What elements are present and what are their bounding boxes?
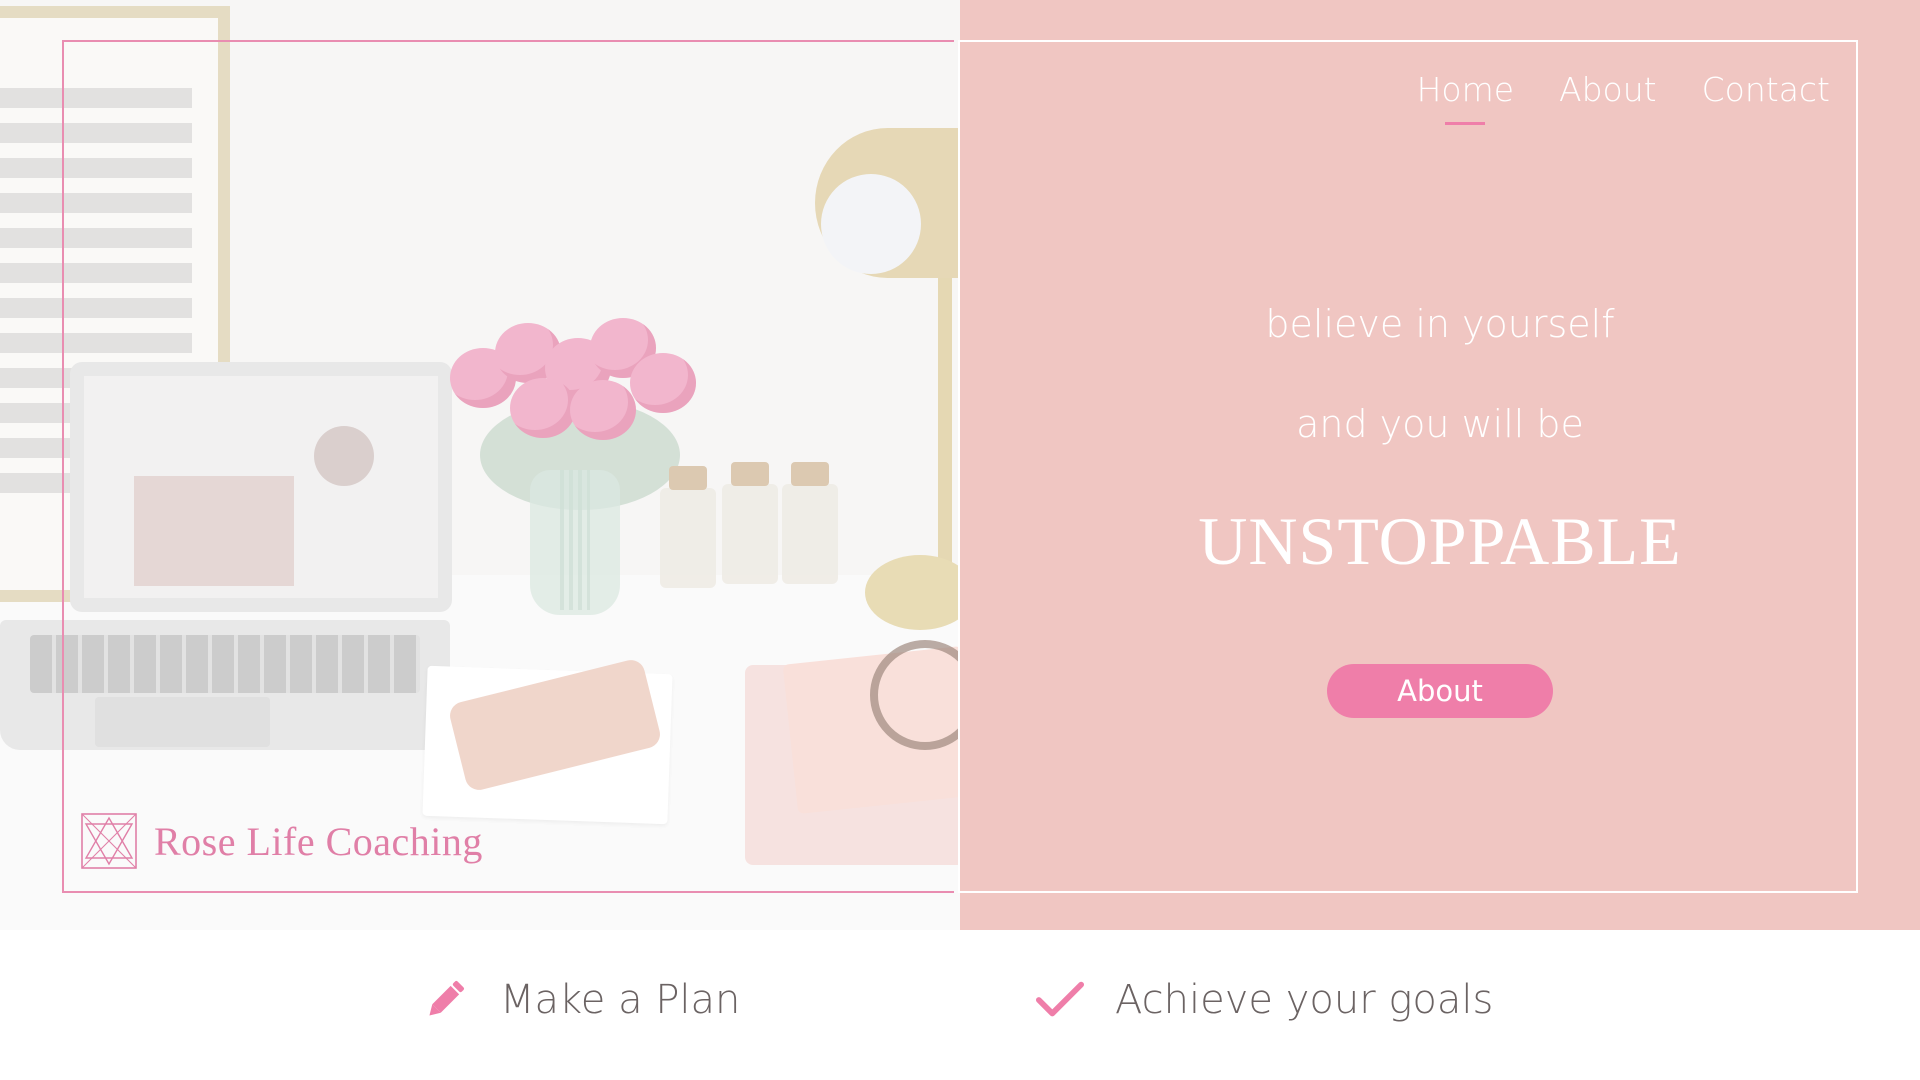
feature-achieve-goals: Achieve your goals [1035,975,1493,1025]
hero-tagline-line2: and you will be [1296,402,1584,446]
hero-section: Rose Life Coaching Home About Contact be… [0,0,1920,930]
pencil-icon [420,975,470,1025]
nav-item-contact[interactable]: Contact [1702,70,1830,109]
nav-item-about[interactable]: About [1559,70,1657,109]
hero-tagline-line1: believe in yourself [1265,302,1615,346]
feature-label: Achieve your goals [1115,977,1494,1023]
brand-logo[interactable]: Rose Life Coaching [80,812,483,870]
feature-make-a-plan: Make a Plan [420,975,740,1025]
about-button[interactable]: About [1327,664,1553,718]
star-emblem-icon [81,813,137,869]
nav-item-home[interactable]: Home [1417,70,1514,109]
photo-frame-outline [62,40,954,893]
main-nav: Home About Contact [1417,70,1830,109]
hero-headline: UNSTOPPABLE [1198,503,1682,579]
brand-name: Rose Life Coaching [154,818,483,864]
feature-label: Make a Plan [500,977,741,1023]
checkmark-icon [1035,975,1085,1025]
panel-frame-outline [958,40,1858,893]
